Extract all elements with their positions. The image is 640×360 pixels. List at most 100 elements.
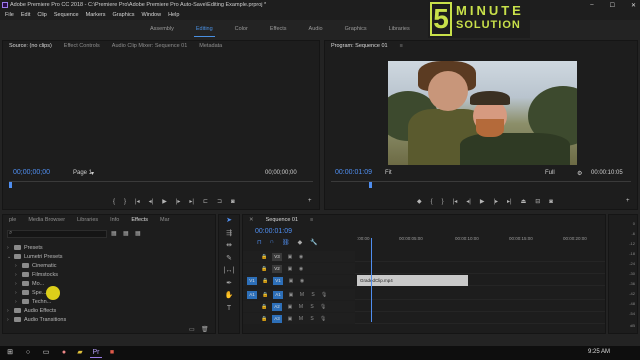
overwrite-icon[interactable]: ⊐ [217, 198, 222, 205]
eye-icon[interactable]: ◉ [298, 254, 304, 260]
go-to-out-icon[interactable]: ▸| [189, 198, 194, 205]
workspace-audio[interactable]: Audio [309, 26, 323, 32]
chrome-icon[interactable]: ● [58, 348, 70, 358]
export-frame-icon[interactable]: ◙ [549, 199, 553, 205]
sync-icon[interactable]: ▣ [288, 278, 294, 284]
tab-libraries[interactable]: Libraries [77, 217, 98, 223]
tree-item-audio-effects[interactable]: › Audio Effects [7, 306, 207, 315]
sync-icon[interactable]: ▣ [287, 304, 293, 310]
solo-icon[interactable]: S [309, 304, 315, 310]
menu-graphics[interactable]: Graphics [113, 12, 135, 18]
tab-project[interactable]: ple [9, 217, 16, 223]
source-timecode[interactable]: 00;00;00;00 [13, 169, 50, 176]
play-icon[interactable]: ▶ [162, 198, 167, 205]
search-icon[interactable]: ○ [22, 348, 34, 358]
premiere-taskbar-icon[interactable]: Pr [90, 348, 102, 358]
menu-window[interactable]: Window [142, 12, 162, 18]
tree-item-filmstocks[interactable]: › Filmstocks [7, 270, 207, 279]
effects-search-input[interactable] [7, 230, 107, 238]
tab-effects[interactable]: Effects [131, 217, 148, 223]
workspace-editing[interactable]: Editing [193, 26, 215, 37]
mic-icon[interactable]: 🎙 [320, 304, 326, 310]
mic-icon[interactable]: 🎙 [320, 316, 326, 322]
lock-icon[interactable]: 🔒 [262, 278, 268, 284]
pen-tool-icon[interactable]: ✒ [219, 278, 239, 291]
lock-icon[interactable]: 🔒 [261, 254, 267, 260]
workspace-color[interactable]: Color [235, 26, 248, 32]
mark-out-icon[interactable]: } [442, 199, 444, 205]
tab-info[interactable]: Info [110, 217, 119, 223]
close-sequence-icon[interactable]: ✕ [249, 217, 254, 223]
tab-source[interactable]: Source: (no clips) [9, 43, 52, 49]
tree-item-technical[interactable]: › Techn... [7, 297, 207, 306]
quality-select[interactable]: Full [545, 170, 555, 176]
video-clip[interactable]: GradedClip.mp4 [357, 275, 468, 286]
timeline-timecode[interactable]: 00:00:01:09 [255, 228, 292, 235]
menu-clip[interactable]: Clip [37, 12, 46, 18]
tree-item-monochrome[interactable]: › Mo... [7, 279, 207, 288]
timeline-playhead[interactable] [371, 238, 372, 322]
lock-icon[interactable]: 🔒 [261, 266, 267, 272]
sync-icon[interactable]: ▣ [288, 292, 294, 298]
go-to-in-icon[interactable]: |◂ [453, 198, 458, 205]
ripple-edit-tool-icon[interactable]: ⇹ [219, 240, 239, 253]
extract-icon[interactable]: ⊟ [535, 198, 540, 205]
file-explorer-icon[interactable]: ▰ [74, 348, 86, 358]
timeline-settings-icon[interactable]: 🔧 [310, 239, 317, 246]
tree-item-speedlooks[interactable]: › Spe... [7, 288, 207, 297]
tree-item-presets[interactable]: › Presets [7, 243, 207, 252]
step-back-icon[interactable]: ◂| [466, 198, 471, 205]
lock-icon[interactable]: 🔒 [262, 292, 268, 298]
new-bin-icon[interactable]: ▭ [189, 326, 195, 333]
go-to-in-icon[interactable]: |◂ [135, 198, 140, 205]
zoom-fit-select[interactable]: Fit [385, 170, 392, 176]
tab-markers[interactable]: Mar [160, 217, 169, 223]
insert-icon[interactable]: ⊏ [203, 198, 208, 205]
tab-program[interactable]: Program: Sequence 01 [331, 43, 388, 49]
tree-item-lumetri-presets[interactable]: ⌄ Lumetri Presets [7, 252, 207, 261]
marker-icon[interactable]: ◆ [417, 198, 422, 205]
tab-media-browser[interactable]: Media Browser [28, 217, 65, 223]
sync-icon[interactable]: ▣ [287, 254, 293, 260]
workspace-libraries[interactable]: Libraries [389, 26, 410, 32]
tab-effect-controls[interactable]: Effect Controls [64, 43, 100, 49]
linked-selection-icon[interactable]: ⛓ [282, 239, 290, 246]
track-select-tool-icon[interactable]: ⇶ [219, 228, 239, 241]
solo-icon[interactable]: S [310, 292, 316, 298]
workspace-graphics[interactable]: Graphics [345, 26, 367, 32]
menu-help[interactable]: Help [168, 12, 179, 18]
add-button-icon[interactable]: + [308, 198, 312, 204]
mark-in-icon[interactable]: { [113, 199, 115, 205]
page-select[interactable]: Page 1 [73, 170, 92, 176]
task-view-icon[interactable]: ▭ [40, 348, 52, 358]
page-dropdown-icon[interactable]: ▾ [91, 170, 94, 177]
panel-menu-icon[interactable]: ≡ [400, 43, 403, 49]
step-forward-icon[interactable]: |▸ [176, 198, 181, 205]
tree-item-audio-transitions[interactable]: › Audio Transitions [7, 315, 207, 324]
add-marker-icon[interactable]: ◆ [298, 239, 303, 246]
lock-icon[interactable]: 🔒 [261, 304, 267, 310]
program-playhead[interactable] [369, 182, 372, 188]
menu-edit[interactable]: Edit [21, 12, 30, 18]
program-time-ruler[interactable] [331, 181, 631, 187]
sync-icon[interactable]: ▣ [287, 266, 293, 272]
media-encoder-icon[interactable]: ■ [106, 348, 118, 358]
tree-item-cinematic[interactable]: › Cinematic [7, 261, 207, 270]
mark-out-icon[interactable]: } [124, 199, 126, 205]
panel-menu-icon[interactable]: ≡ [310, 217, 313, 223]
snap-icon[interactable]: ∩ [270, 239, 274, 246]
source-playhead[interactable] [9, 182, 12, 188]
yuv-effects-icon[interactable]: ▦ [135, 230, 141, 237]
settings-wrench-icon[interactable]: ⚙ [577, 170, 582, 177]
accelerated-effects-icon[interactable]: ▦ [111, 230, 117, 237]
workspace-assembly[interactable]: Assembly [150, 26, 174, 32]
program-timecode[interactable]: 00:00:01:09 [335, 169, 372, 176]
windows-start-icon[interactable]: ⊞ [4, 348, 16, 358]
delete-icon[interactable]: 🗑 [201, 326, 209, 333]
slip-tool-icon[interactable]: |↔| [219, 265, 239, 278]
export-frame-icon[interactable]: ◙ [231, 199, 235, 205]
tab-metadata[interactable]: Metadata [199, 43, 222, 49]
minimize-icon[interactable]: – [590, 2, 593, 8]
mark-in-icon[interactable]: { [431, 199, 433, 205]
lift-icon[interactable]: ⏏ [521, 198, 527, 205]
